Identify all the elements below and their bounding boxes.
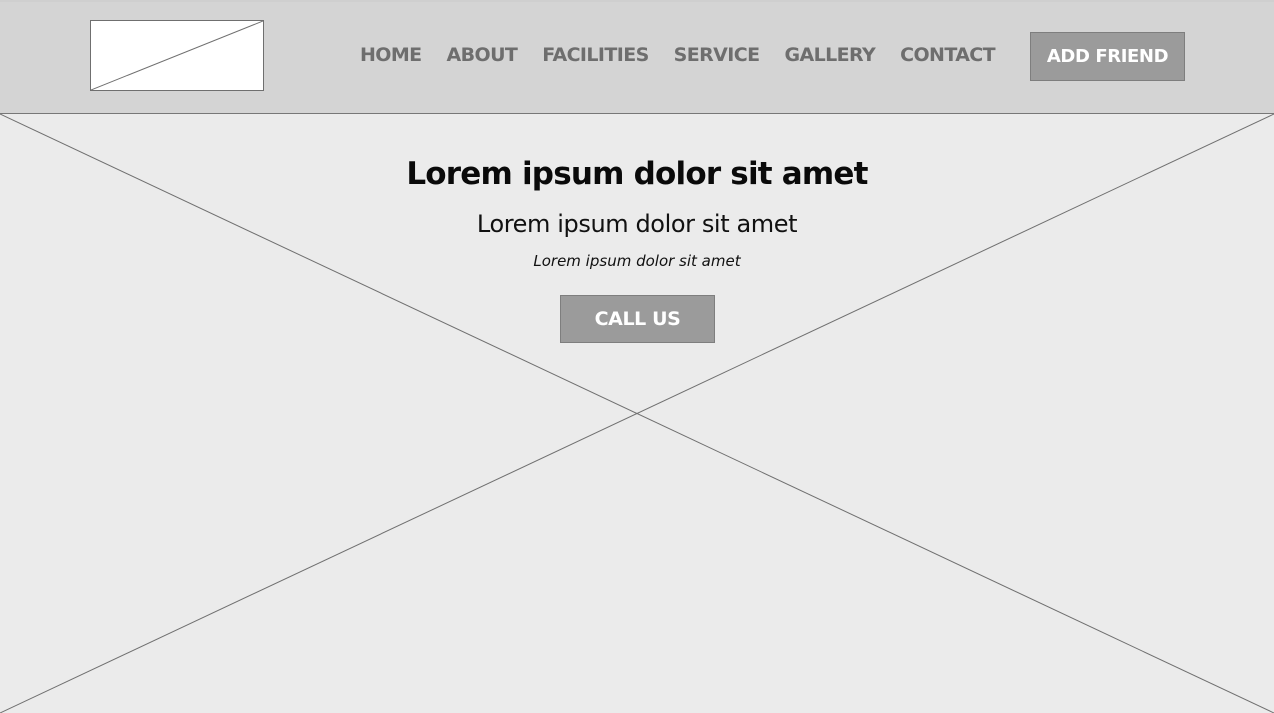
hero-image-placeholder-icon [0, 114, 1274, 713]
hero-tagline: Lorem ipsum dolor sit amet [533, 252, 741, 270]
hero-section: Lorem ipsum dolor sit amet Lorem ipsum d… [0, 114, 1274, 713]
image-placeholder-icon [91, 21, 263, 90]
nav-item-gallery[interactable]: GALLERY [784, 42, 875, 68]
nav-item-about[interactable]: ABOUT [447, 42, 518, 68]
nav-item-contact[interactable]: CONTACT [900, 42, 996, 68]
nav-item-home[interactable]: HOME [360, 42, 422, 68]
nav-item-service[interactable]: SERVICE [674, 42, 760, 68]
hero-title: Lorem ipsum dolor sit amet [406, 156, 868, 192]
add-friend-button[interactable]: ADD FRIEND [1030, 32, 1185, 81]
nav-item-facilities[interactable]: FACILITIES [542, 42, 649, 68]
hero-subtitle: Lorem ipsum dolor sit amet [476, 210, 798, 238]
main-nav: HOME ABOUT FACILITIES SERVICE GALLERY CO… [360, 42, 996, 68]
site-header: HOME ABOUT FACILITIES SERVICE GALLERY CO… [0, 0, 1274, 114]
logo-image-placeholder[interactable] [90, 20, 264, 91]
call-us-button[interactable]: CALL US [560, 295, 715, 343]
